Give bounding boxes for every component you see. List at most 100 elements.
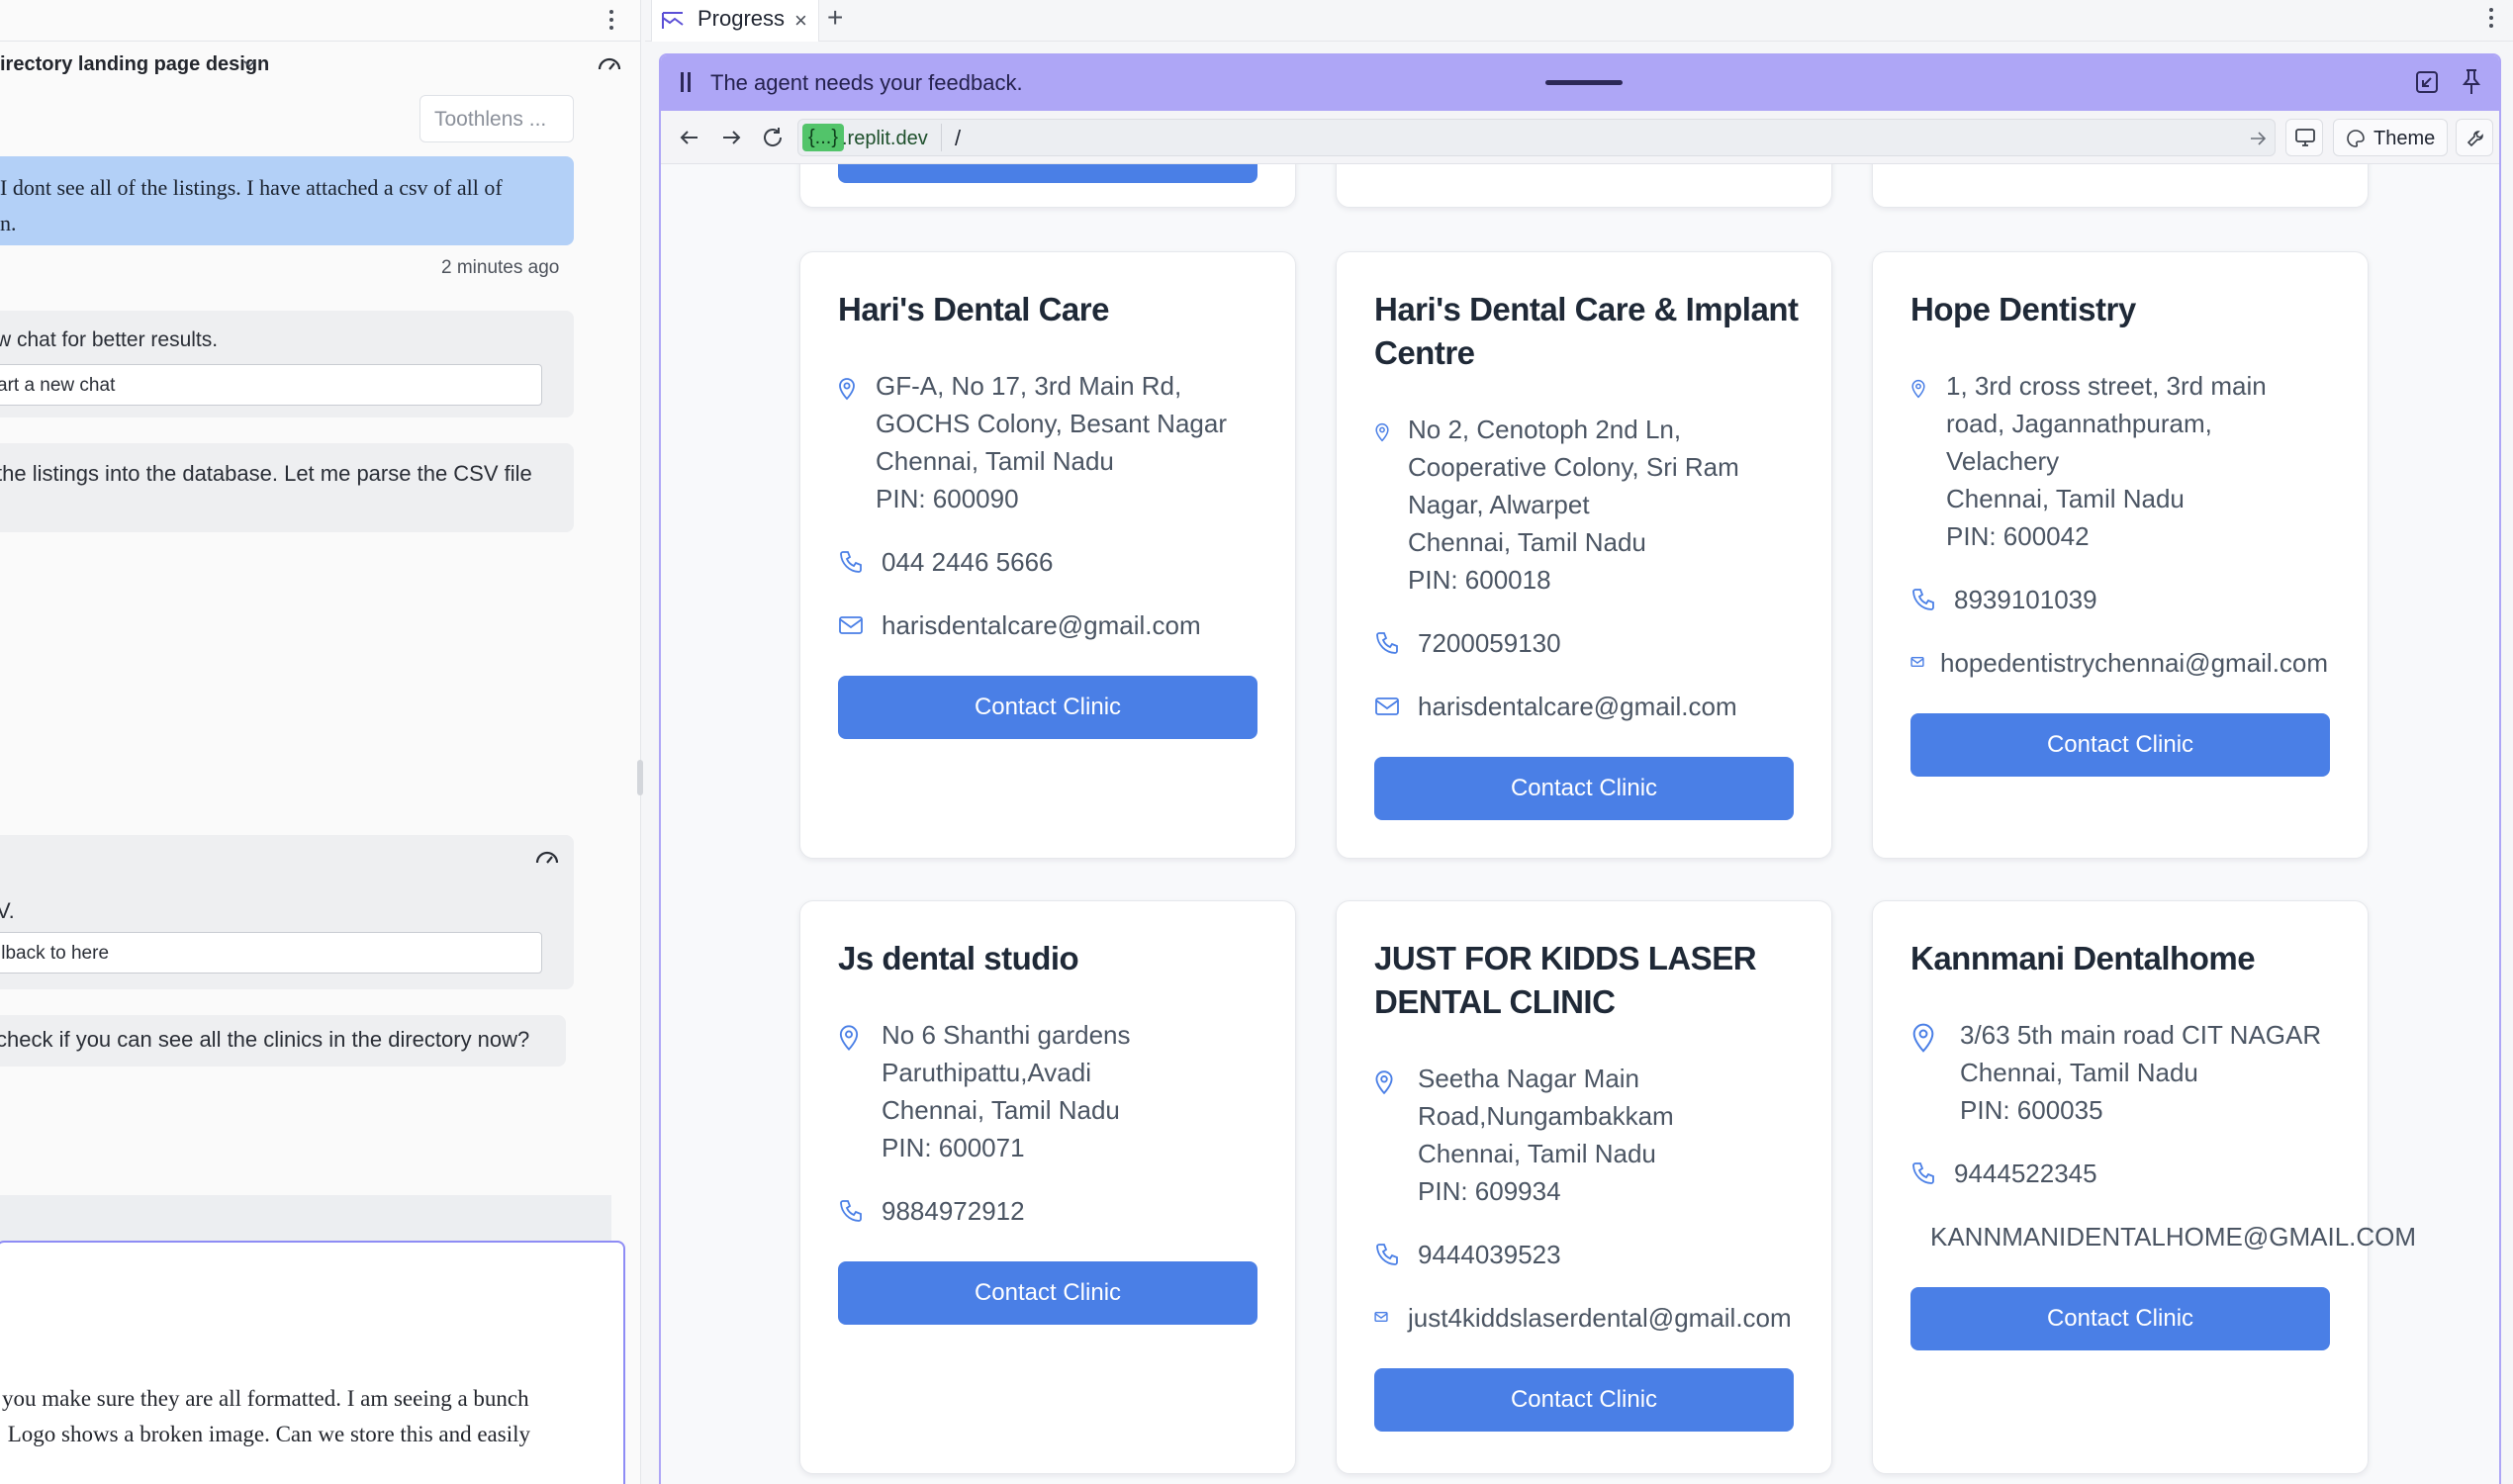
feedback-message: The agent needs your feedback. — [710, 70, 1023, 95]
webview-panel: The agent needs your feedback. {...} .re… — [659, 53, 2501, 1484]
more-options-icon[interactable] — [602, 8, 621, 32]
map-pin-icon — [1375, 422, 1389, 442]
clinic-email[interactable]: hopedentistrychennai@gmail.com — [1910, 644, 2366, 684]
url-divider — [941, 124, 942, 151]
clinic-name: JUST FOR KIDDS LASER DENTAL CLINIC — [1374, 940, 1757, 1020]
map-pin-icon — [839, 1025, 859, 1052]
attachment-chip[interactable]: Toothlens ... — [419, 95, 574, 142]
device-preview-button[interactable] — [2285, 119, 2323, 156]
more-options-icon[interactable] — [2481, 6, 2501, 30]
browser-toolbar: {...} .replit.dev / Theme — [661, 111, 2499, 164]
clinic-card: Js dental studio No 6 Shanthi gardens Pa… — [799, 900, 1296, 1474]
clinic-card — [1336, 164, 1832, 208]
mail-icon — [839, 616, 863, 634]
forward-arrow-icon[interactable] — [718, 125, 744, 150]
clinic-email[interactable]: KANNMANIDENTALHOME@GMAIL.COM — [1910, 1218, 2416, 1257]
back-arrow-icon[interactable] — [677, 125, 702, 150]
popout-icon[interactable] — [2414, 69, 2440, 95]
close-icon[interactable]: × — [794, 10, 807, 32]
agent-message: the listings into the database. Let me p… — [0, 443, 574, 532]
clinic-name: Hope Dentistry — [1910, 291, 2136, 327]
map-pin-icon — [1375, 1070, 1393, 1095]
map-pin-icon — [1912, 1023, 1934, 1053]
reload-icon[interactable] — [760, 125, 786, 150]
speedometer-icon[interactable] — [597, 51, 622, 75]
monitor-icon — [2295, 129, 2315, 146]
url-path[interactable]: / — [955, 126, 961, 151]
tab-progress[interactable]: Progress × — [651, 0, 819, 42]
clinic-email[interactable]: just4kiddslaserdental@gmail.com — [1374, 1299, 1829, 1339]
clinic-phone[interactable]: 7200059130 — [1374, 624, 1829, 664]
theme-label: Theme — [2373, 128, 2436, 149]
contact-clinic-button[interactable]: Contact Clinic — [1374, 757, 1794, 820]
message-timestamp: 2 minutes ago — [441, 257, 560, 278]
phone-icon — [1912, 589, 1934, 610]
clinic-phone[interactable]: 9884972912 — [838, 1192, 1293, 1232]
clinic-address: 3/63 5th main road CIT NAGAR Chennai, Ta… — [1910, 1016, 2366, 1129]
map-pin-icon — [839, 378, 855, 401]
chat-topbar — [0, 0, 640, 42]
checkpoint-card: V. llback to here — [0, 835, 574, 989]
chevron-down-icon[interactable] — [241, 55, 257, 71]
chat-title[interactable]: irectory landing page design — [0, 53, 269, 76]
panel-resize-handle[interactable] — [637, 760, 643, 795]
url-bar[interactable]: {...} .replit.dev / — [797, 119, 2276, 156]
chat-panel: irectory landing page design Toothlens .… — [0, 0, 641, 1484]
mail-icon — [1375, 697, 1399, 715]
contact-clinic-button[interactable]: Contact Clinic — [1910, 713, 2330, 777]
speedometer-icon[interactable] — [534, 845, 560, 869]
clinic-phone[interactable]: 9444039523 — [1374, 1236, 1829, 1275]
mail-icon — [1374, 1311, 1388, 1323]
drag-handle[interactable] — [1545, 80, 1623, 85]
clinic-card: Hope Dentistry 1, 3rd cross street, 3rd … — [1872, 251, 2369, 859]
tab-label: Progress — [698, 6, 786, 31]
clinic-card — [1872, 164, 2369, 208]
agent-message: check if you can see all the clinics in … — [0, 1015, 566, 1067]
contact-clinic-button[interactable] — [838, 164, 1257, 183]
progress-icon — [662, 12, 684, 29]
phone-icon — [1376, 632, 1398, 654]
phone-icon — [1912, 1162, 1934, 1184]
clinic-phone[interactable]: 8939101039 — [1910, 581, 2366, 620]
phone-icon — [840, 1200, 862, 1222]
clinic-card: Hari's Dental Care & Implant Centre No 2… — [1336, 251, 1832, 859]
system-notice: w chat for better results. art a new cha… — [0, 311, 574, 417]
clinic-address: Seetha Nagar Main Road,Nungambakkam Chen… — [1374, 1060, 1829, 1210]
phone-icon — [1376, 1244, 1398, 1265]
pin-icon[interactable] — [2460, 67, 2483, 97]
clinic-email[interactable]: harisdentalcare@gmail.com — [1374, 688, 1829, 727]
clinic-directory-page: Hari's Dental Care GF-A, No 17, 3rd Main… — [661, 164, 2499, 1484]
rollback-button[interactable]: llback to here — [0, 932, 542, 974]
clinic-card: Kannmani Dentalhome 3/63 5th main road C… — [1872, 900, 2416, 1474]
clinic-address: No 2, Cenotoph 2nd Ln, Cooperative Colon… — [1374, 411, 1829, 601]
clinic-name: Kannmani Dentalhome — [1910, 940, 2256, 976]
theme-button[interactable]: Theme — [2333, 119, 2448, 156]
add-tab-icon[interactable]: + — [827, 4, 843, 32]
clinic-address: No 6 Shanthi gardens Paruthipattu,Avadi … — [838, 1016, 1293, 1166]
clinic-address: 1, 3rd cross street, 3rd main road, Jaga… — [1910, 367, 2366, 557]
contact-clinic-button[interactable]: Contact Clinic — [838, 676, 1257, 739]
clinic-name: Hari's Dental Care & Implant Centre — [1374, 291, 1799, 371]
system-notice-text: w chat for better results. — [0, 328, 219, 351]
clinic-email[interactable]: harisdentalcare@gmail.com — [838, 606, 1293, 646]
go-arrow-icon[interactable] — [2249, 130, 2267, 147]
phone-icon — [840, 551, 862, 573]
clinic-phone[interactable]: 044 2446 5666 — [838, 543, 1293, 583]
wrench-icon — [2466, 131, 2483, 147]
message-input[interactable]: you make sure they are all formatted. I … — [0, 1241, 625, 1484]
url-host: .replit.dev — [842, 128, 928, 149]
agent-message-text: the listings into the database. Let me p… — [0, 461, 532, 486]
mail-icon — [1910, 656, 1924, 668]
clinic-phone[interactable]: 9444522345 — [1910, 1155, 2366, 1194]
tab-bar: Progress × + — [645, 0, 2513, 42]
clinic-card: JUST FOR KIDDS LASER DENTAL CLINIC Seeth… — [1336, 900, 1832, 1474]
contact-clinic-button[interactable]: Contact Clinic — [1910, 1287, 2330, 1350]
clinic-name: Hari's Dental Care — [838, 291, 1109, 327]
devtools-button[interactable] — [2456, 119, 2493, 156]
start-new-chat-button[interactable]: art a new chat — [0, 364, 542, 406]
contact-clinic-button[interactable]: Contact Clinic — [838, 1261, 1257, 1325]
contact-clinic-button[interactable]: Contact Clinic — [1374, 1368, 1794, 1432]
message-input-text[interactable]: you make sure they are all formatted. I … — [2, 1381, 586, 1452]
pause-icon[interactable] — [681, 72, 691, 92]
feedback-banner: The agent needs your feedback. — [661, 55, 2499, 111]
